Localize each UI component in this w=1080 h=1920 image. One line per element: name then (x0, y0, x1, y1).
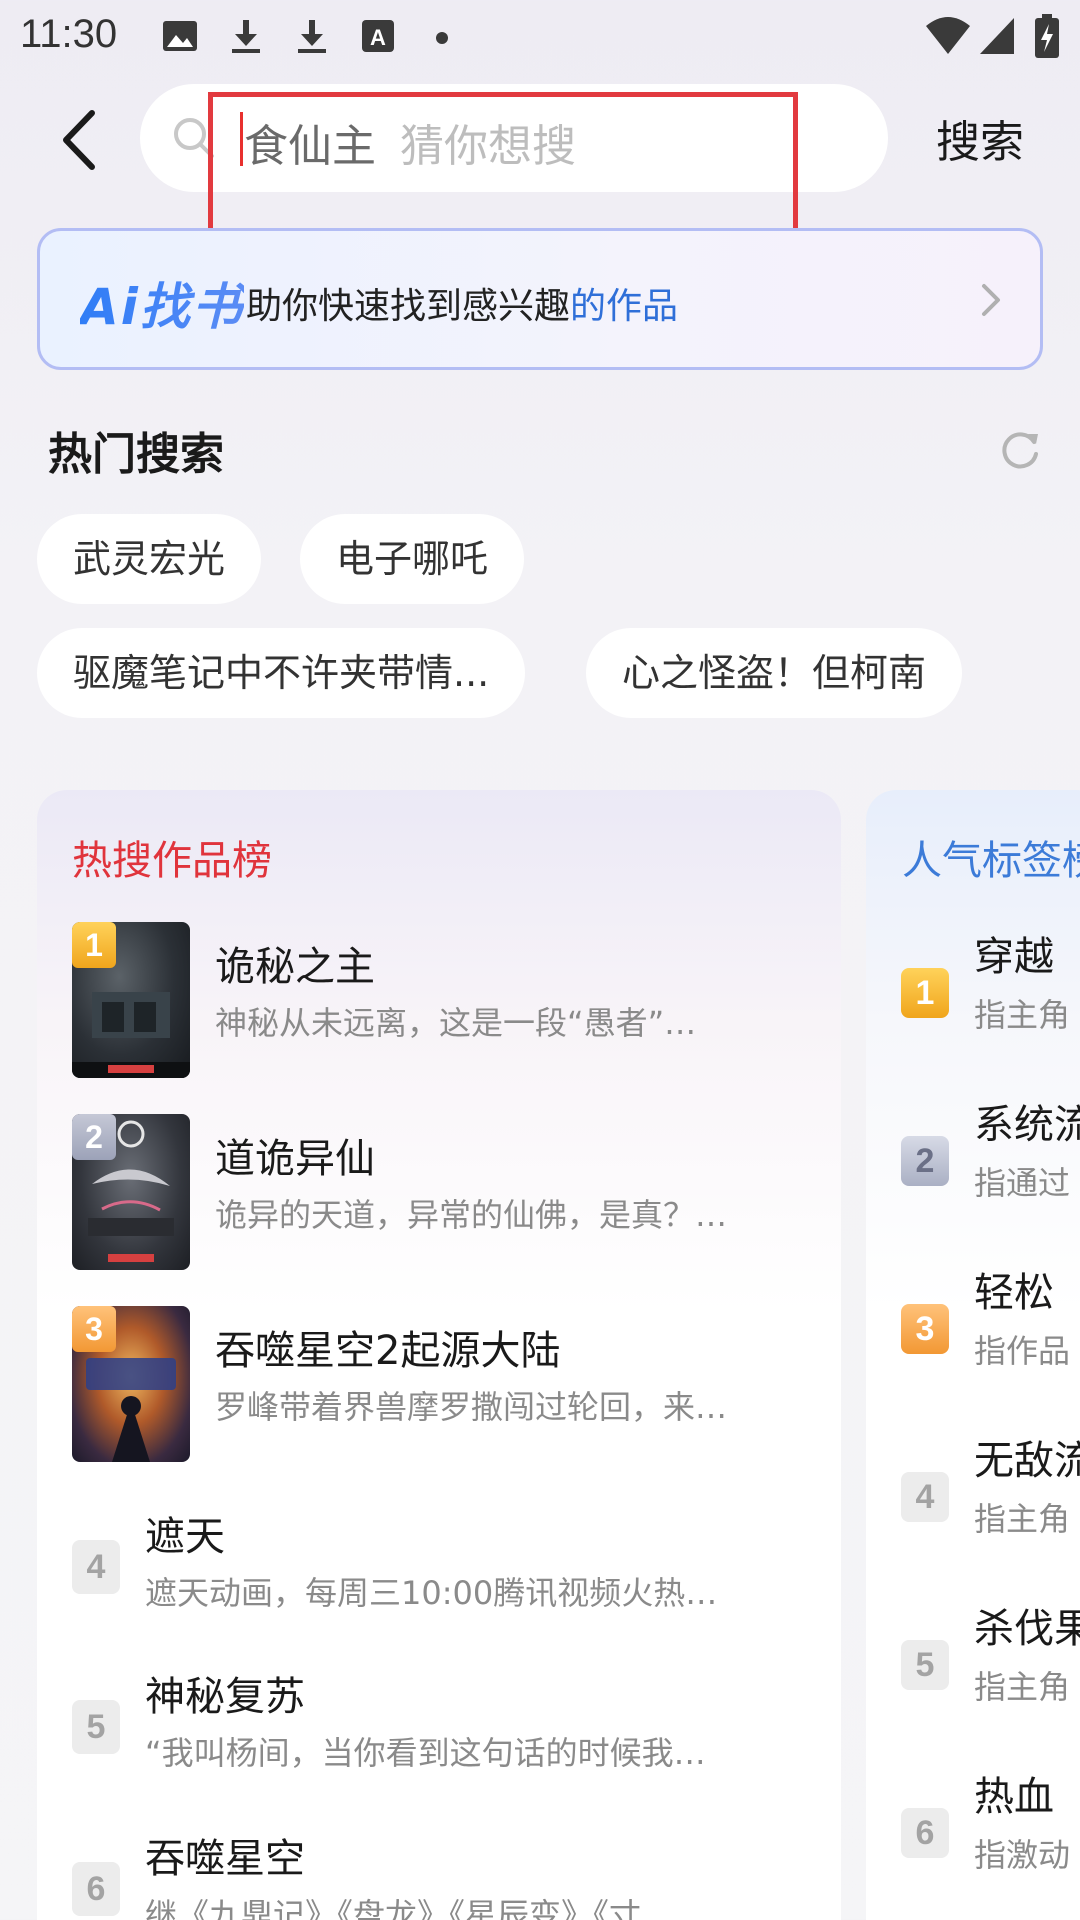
rank-badge: 3 (72, 1306, 116, 1352)
hot-works-card: 热搜作品榜 1 诡秘之主 神秘从未远离，这是一段“愚者”… 2 道诡异仙 诡异的… (37, 790, 841, 1920)
hot-search-tag[interactable]: 电子哪吒 (300, 514, 525, 604)
svg-text:A: A (370, 25, 386, 50)
notification-dot-icon (436, 32, 448, 44)
ai-banner-text: 助你快速找到感兴趣的作品 (246, 277, 678, 329)
rank-badge: 6 (72, 1862, 120, 1916)
list-item[interactable]: 3 吞噬星空2起源大陆 罗峰带着界兽摩罗撒闯过轮回，来… (37, 1306, 841, 1466)
tag-desc: 指激动 (974, 1836, 1071, 1874)
list-item[interactable]: 1 诡秘之主 神秘从未远离，这是一段“愚者”… (37, 922, 841, 1082)
popular-tags-title: 人气标签榜 (902, 838, 1080, 884)
rank-badge: 3 (901, 1304, 949, 1354)
chevron-right-icon (982, 284, 1000, 316)
book-desc: 神秘从未远离，这是一段“愚者”… (215, 1004, 697, 1042)
rank-badge: 1 (72, 922, 116, 968)
rank-badge: 4 (901, 1472, 949, 1522)
text-cursor (240, 112, 243, 166)
download-icon (232, 20, 260, 53)
ai-find-book-banner[interactable]: Ai找书 助你快速找到感兴趣的作品 (37, 228, 1043, 370)
list-item[interactable]: 6 吞噬星空 继《九鼎记》《盘龙》《星辰变》《寸… (37, 1824, 841, 1920)
battery-icon (1035, 14, 1059, 58)
wifi-icon (926, 17, 970, 54)
rank-badge: 5 (901, 1640, 949, 1690)
list-item[interactable]: 5 神秘复苏 “我叫杨间，当你看到这句话的时候我… (37, 1662, 841, 1782)
tag-name: 杀伐果 (974, 1606, 1080, 1652)
signal-icon (980, 18, 1014, 54)
tag-name: 无敌流 (974, 1438, 1080, 1484)
back-button[interactable] (50, 105, 110, 175)
rank-badge: 2 (901, 1136, 949, 1186)
tag-desc: 指作品 (974, 1332, 1071, 1370)
rank-badge: 4 (72, 1540, 120, 1594)
tag-name: 系统流 (974, 1102, 1080, 1148)
hot-search-tag[interactable]: 武灵宏光 (37, 514, 262, 604)
hot-search-title: 热门搜索 (48, 429, 224, 480)
book-title: 诡秘之主 (215, 944, 375, 990)
search-button[interactable]: 搜索 (936, 106, 1024, 170)
book-cover: 2 (72, 1114, 190, 1270)
tag-name: 穿越 (974, 934, 1054, 980)
book-desc: 继《九鼎记》《盘龙》《星辰变》《寸… (145, 1896, 674, 1920)
book-desc: “我叫杨间，当你看到这句话的时候我… (145, 1734, 706, 1772)
search-icon (174, 118, 214, 158)
tag-desc: 指主角 (974, 1668, 1071, 1706)
tag-name: 轻松 (974, 1270, 1054, 1316)
book-title: 吞噬星空 (145, 1836, 305, 1882)
book-cover: 1 (72, 922, 190, 1078)
ai-logo: Ai找书 (80, 267, 244, 339)
download-icon (298, 20, 326, 53)
ai-banner-text-accent: 的作品 (570, 286, 679, 327)
rank-badge: 2 (72, 1114, 116, 1160)
popular-tags-card: 人气标签榜 1 穿越 指主角 2 系统流 指通过 3 轻松 指作品 4 无敌流 … (866, 790, 1080, 1920)
rank-badge: 6 (901, 1808, 949, 1858)
tag-desc: 指主角 (974, 1500, 1071, 1538)
hot-search-tag[interactable]: 驱魔笔记中不许夹带情... (37, 628, 526, 718)
search-input[interactable]: 食仙主 猜你想搜 (140, 84, 888, 192)
tag-name: 热血 (974, 1774, 1054, 1820)
list-item[interactable]: 4 遮天 遮天动画，每周三10:00腾讯视频火热… (37, 1502, 841, 1622)
book-cover: 3 (72, 1306, 190, 1462)
search-placeholder: 猜你想搜 (400, 121, 576, 172)
refresh-icon[interactable] (998, 428, 1042, 472)
book-desc: 诡异的天道，异常的仙佛，是真？… (215, 1196, 728, 1234)
book-desc: 遮天动画，每周三10:00腾讯视频火热… (145, 1574, 718, 1612)
image-icon (163, 21, 197, 51)
book-title: 道诡异仙 (215, 1136, 375, 1182)
list-item[interactable]: 2 道诡异仙 诡异的天道，异常的仙佛，是真？… (37, 1114, 841, 1274)
ai-banner-text-prefix: 助你快速找到感兴趣 (246, 286, 571, 327)
search-value: 食仙主 (244, 121, 376, 172)
book-desc: 罗峰带着界兽摩罗撒闯过轮回，来… (215, 1388, 728, 1426)
font-icon: A (362, 20, 394, 52)
hot-search-tag[interactable]: 心之怪盗！但柯南 (586, 628, 963, 718)
tag-desc: 指通过 (974, 1164, 1071, 1202)
hot-works-title: 热搜作品榜 (72, 838, 272, 884)
status-bar: 11:30 A (0, 0, 1080, 76)
rank-badge: 5 (72, 1700, 120, 1754)
status-time: 11:30 (20, 12, 118, 56)
book-title: 遮天 (145, 1514, 225, 1560)
tag-desc: 指主角 (974, 996, 1071, 1034)
book-title: 神秘复苏 (145, 1674, 305, 1720)
rank-badge: 1 (901, 968, 949, 1018)
book-title: 吞噬星空2起源大陆 (215, 1328, 561, 1374)
